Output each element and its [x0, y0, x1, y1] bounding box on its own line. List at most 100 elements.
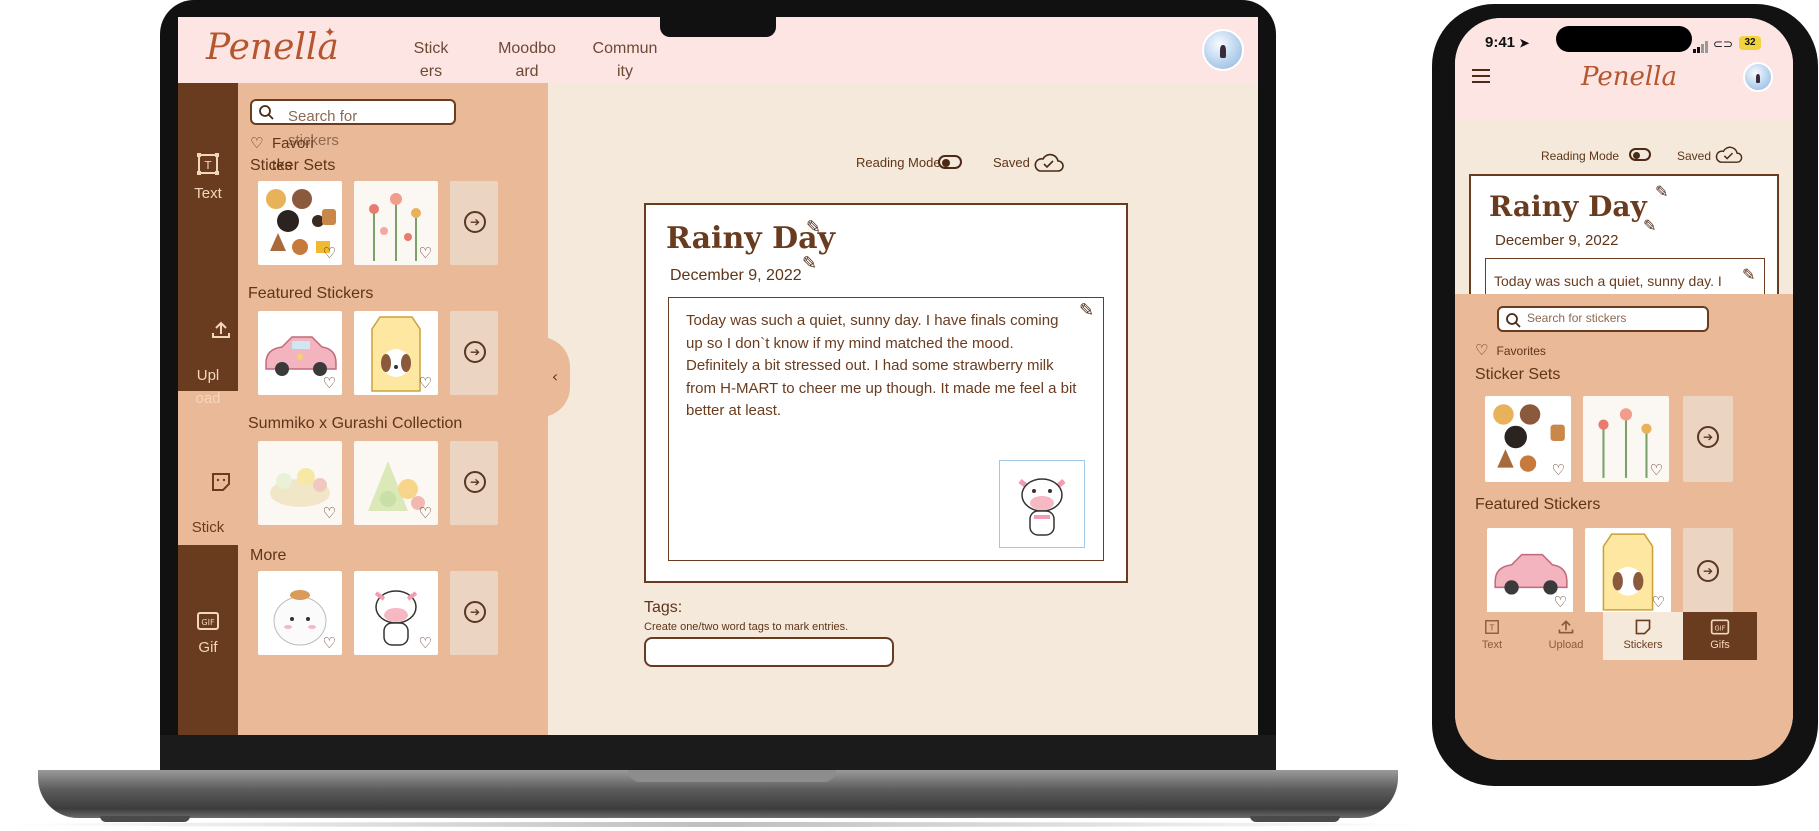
placed-cow-sticker[interactable] — [999, 460, 1085, 548]
arrow-right-circle-icon[interactable]: ➔ — [464, 601, 486, 623]
entry-body-box[interactable]: Today was such a quiet, sunny day. I hav… — [668, 297, 1104, 561]
sticker-panel: Search for stickers ♡ Favori tes Sticker… — [238, 83, 548, 735]
upload-icon — [212, 321, 231, 338]
heart-icon[interactable]: ♡ — [1652, 595, 1665, 610]
phone-sticker-sheet: Search for stickers ♡ Favorites Sticker … — [1455, 294, 1793, 760]
heart-icon[interactable]: ♡ — [323, 636, 336, 651]
sticker-set-thumbnail[interactable]: ♡ — [354, 181, 438, 265]
collapse-panel-button[interactable]: ‹ — [540, 337, 570, 417]
heart-icon[interactable]: ♡ — [1650, 463, 1663, 478]
upload-icon — [1558, 620, 1574, 634]
summiko-sticker-thumbnail[interactable]: ➔ — [450, 441, 498, 525]
heart-icon[interactable]: ♡ — [323, 376, 336, 391]
laptop-shadow — [0, 822, 1430, 827]
rail-upload[interactable]: Upl oad — [178, 301, 238, 446]
user-avatar[interactable] — [1743, 62, 1773, 92]
pencil-icon[interactable]: ✎ — [802, 253, 817, 274]
arrow-right-circle-icon[interactable]: ➔ — [1697, 426, 1719, 448]
arrow-right-circle-icon[interactable]: ➔ — [464, 471, 486, 493]
sticker-set-thumbnail[interactable]: ♡ — [1583, 396, 1669, 482]
nav-community[interactable]: Commun ity — [590, 37, 660, 83]
rail-text[interactable]: T Text — [178, 151, 238, 205]
section-sticker-sets: Sticker Sets — [1475, 366, 1561, 383]
tab-upload[interactable]: Upload — [1529, 612, 1603, 660]
heart-icon[interactable]: ♡ — [323, 506, 336, 521]
pencil-icon[interactable]: ✎ — [1655, 182, 1668, 201]
pencil-icon[interactable]: ✎ — [1643, 216, 1656, 235]
penella-logo[interactable]: Penella — [1581, 62, 1677, 92]
heart-icon[interactable]: ♡ — [1554, 595, 1567, 610]
laptop-groove — [628, 770, 836, 782]
tab-gifs[interactable]: GIF Gifs — [1683, 612, 1757, 660]
laptop-screen: Penella ✦ Stick ers Moodbo ard Commun it… — [178, 17, 1258, 735]
arrow-right-circle-icon[interactable]: ➔ — [464, 211, 486, 233]
search-icon — [259, 105, 274, 120]
featured-sticker-thumbnail[interactable]: ♡ — [354, 311, 438, 395]
tab-label: Stickers — [1623, 639, 1663, 651]
nav-moodboard[interactable]: Moodbo ard — [496, 37, 558, 83]
journal-entry-card: Rainy Day ✎ December 9, 2022 ✎ Today was… — [644, 203, 1128, 583]
status-time: 9:41 ➤ — [1485, 34, 1529, 51]
search-placeholder: Search for stickers — [1527, 311, 1627, 325]
svg-text:GIF: GIF — [201, 618, 215, 627]
pencil-icon[interactable]: ✎ — [1742, 265, 1755, 285]
sticker-icon — [212, 473, 231, 491]
tool-rail: T Text Upl oad Stick ers GIF Gif — [178, 83, 238, 735]
pencil-icon[interactable]: ✎ — [806, 217, 821, 238]
cow-sticker-art — [1018, 478, 1066, 536]
tags-hint: Create one/two word tags to mark entries… — [644, 621, 849, 633]
sticker-set-thumbnail[interactable]: ♡ — [258, 181, 342, 265]
tab-label: Text — [1481, 639, 1503, 651]
featured-sticker-thumbnail[interactable]: ♡ — [1585, 528, 1671, 614]
summiko-sticker-thumbnail[interactable]: ♡ — [354, 441, 438, 525]
search-input[interactable]: Search for stickers — [1497, 306, 1709, 332]
featured-sticker-thumbnail[interactable]: ♡ — [258, 311, 342, 395]
reading-mode-toggle[interactable] — [938, 155, 962, 169]
more-sticker-thumbnail[interactable]: ➔ — [450, 571, 498, 655]
gif-icon: GIF — [1710, 619, 1730, 635]
text-icon: T — [197, 153, 219, 175]
heart-icon[interactable]: ♡ — [419, 506, 432, 521]
tab-text[interactable]: T Text — [1455, 612, 1529, 660]
tab-stickers[interactable]: Stickers — [1603, 612, 1683, 660]
gif-icon: GIF — [197, 612, 219, 630]
user-avatar[interactable] — [1202, 29, 1244, 71]
search-input[interactable]: Search for stickers — [250, 99, 456, 149]
featured-sticker-thumbnail[interactable]: ♡ — [1487, 528, 1573, 614]
tags-input[interactable] — [644, 637, 894, 667]
entry-date[interactable]: December 9, 2022 — [670, 267, 802, 285]
status-time-text: 9:41 — [1485, 34, 1516, 51]
heart-icon[interactable]: ♡ — [419, 246, 432, 261]
tab-label: Gifs — [1710, 639, 1730, 651]
rail-label: Stick ers — [191, 519, 225, 559]
sticker-set-thumbnail[interactable]: ➔ — [450, 181, 498, 265]
reading-mode-toggle[interactable] — [1629, 148, 1651, 161]
heart-icon[interactable]: ♡ — [1552, 463, 1565, 478]
sticker-set-thumbnail[interactable]: ➔ — [1683, 396, 1733, 482]
entry-date[interactable]: December 9, 2022 — [1495, 232, 1618, 249]
reading-mode-label: Reading Mode — [1541, 149, 1620, 163]
featured-sticker-thumbnail[interactable]: ➔ — [450, 311, 498, 395]
more-sticker-thumbnail[interactable]: ♡ — [354, 571, 438, 655]
favorites-link[interactable]: ♡ Favori tes — [250, 133, 314, 174]
summiko-sticker-thumbnail[interactable]: ♡ — [258, 441, 342, 525]
heart-icon[interactable]: ♡ — [323, 246, 336, 261]
pencil-icon[interactable]: ✎ — [1079, 300, 1094, 321]
arrow-right-circle-icon[interactable]: ➔ — [1697, 560, 1719, 582]
favorites-link[interactable]: ♡ Favorites — [1475, 340, 1546, 359]
heart-icon[interactable]: ♡ — [419, 376, 432, 391]
sticker-set-thumbnail[interactable]: ♡ — [1485, 396, 1571, 482]
battery-indicator: 32 — [1739, 36, 1761, 50]
hamburger-menu-icon[interactable] — [1471, 68, 1491, 84]
arrow-right-circle-icon[interactable]: ➔ — [464, 341, 486, 363]
penella-logo[interactable]: Penella — [206, 27, 339, 68]
phone-screen: 9:41 ➤ ⊂⊃ 32 Penella Reading Mode Saved … — [1455, 18, 1793, 760]
rail-gif[interactable]: GIF Gif — [178, 611, 238, 659]
nav-stickers[interactable]: Stick ers — [406, 37, 456, 83]
rail-stickers[interactable]: Stick ers — [178, 453, 238, 598]
featured-sticker-thumbnail[interactable]: ➔ — [1683, 528, 1733, 614]
section-summiko-collection: Summiko x Gurashi Collection — [248, 415, 463, 432]
more-sticker-thumbnail[interactable]: ♡ — [258, 571, 342, 655]
heart-icon[interactable]: ♡ — [419, 636, 432, 651]
entry-title[interactable]: Rainy Day — [1489, 190, 1647, 223]
